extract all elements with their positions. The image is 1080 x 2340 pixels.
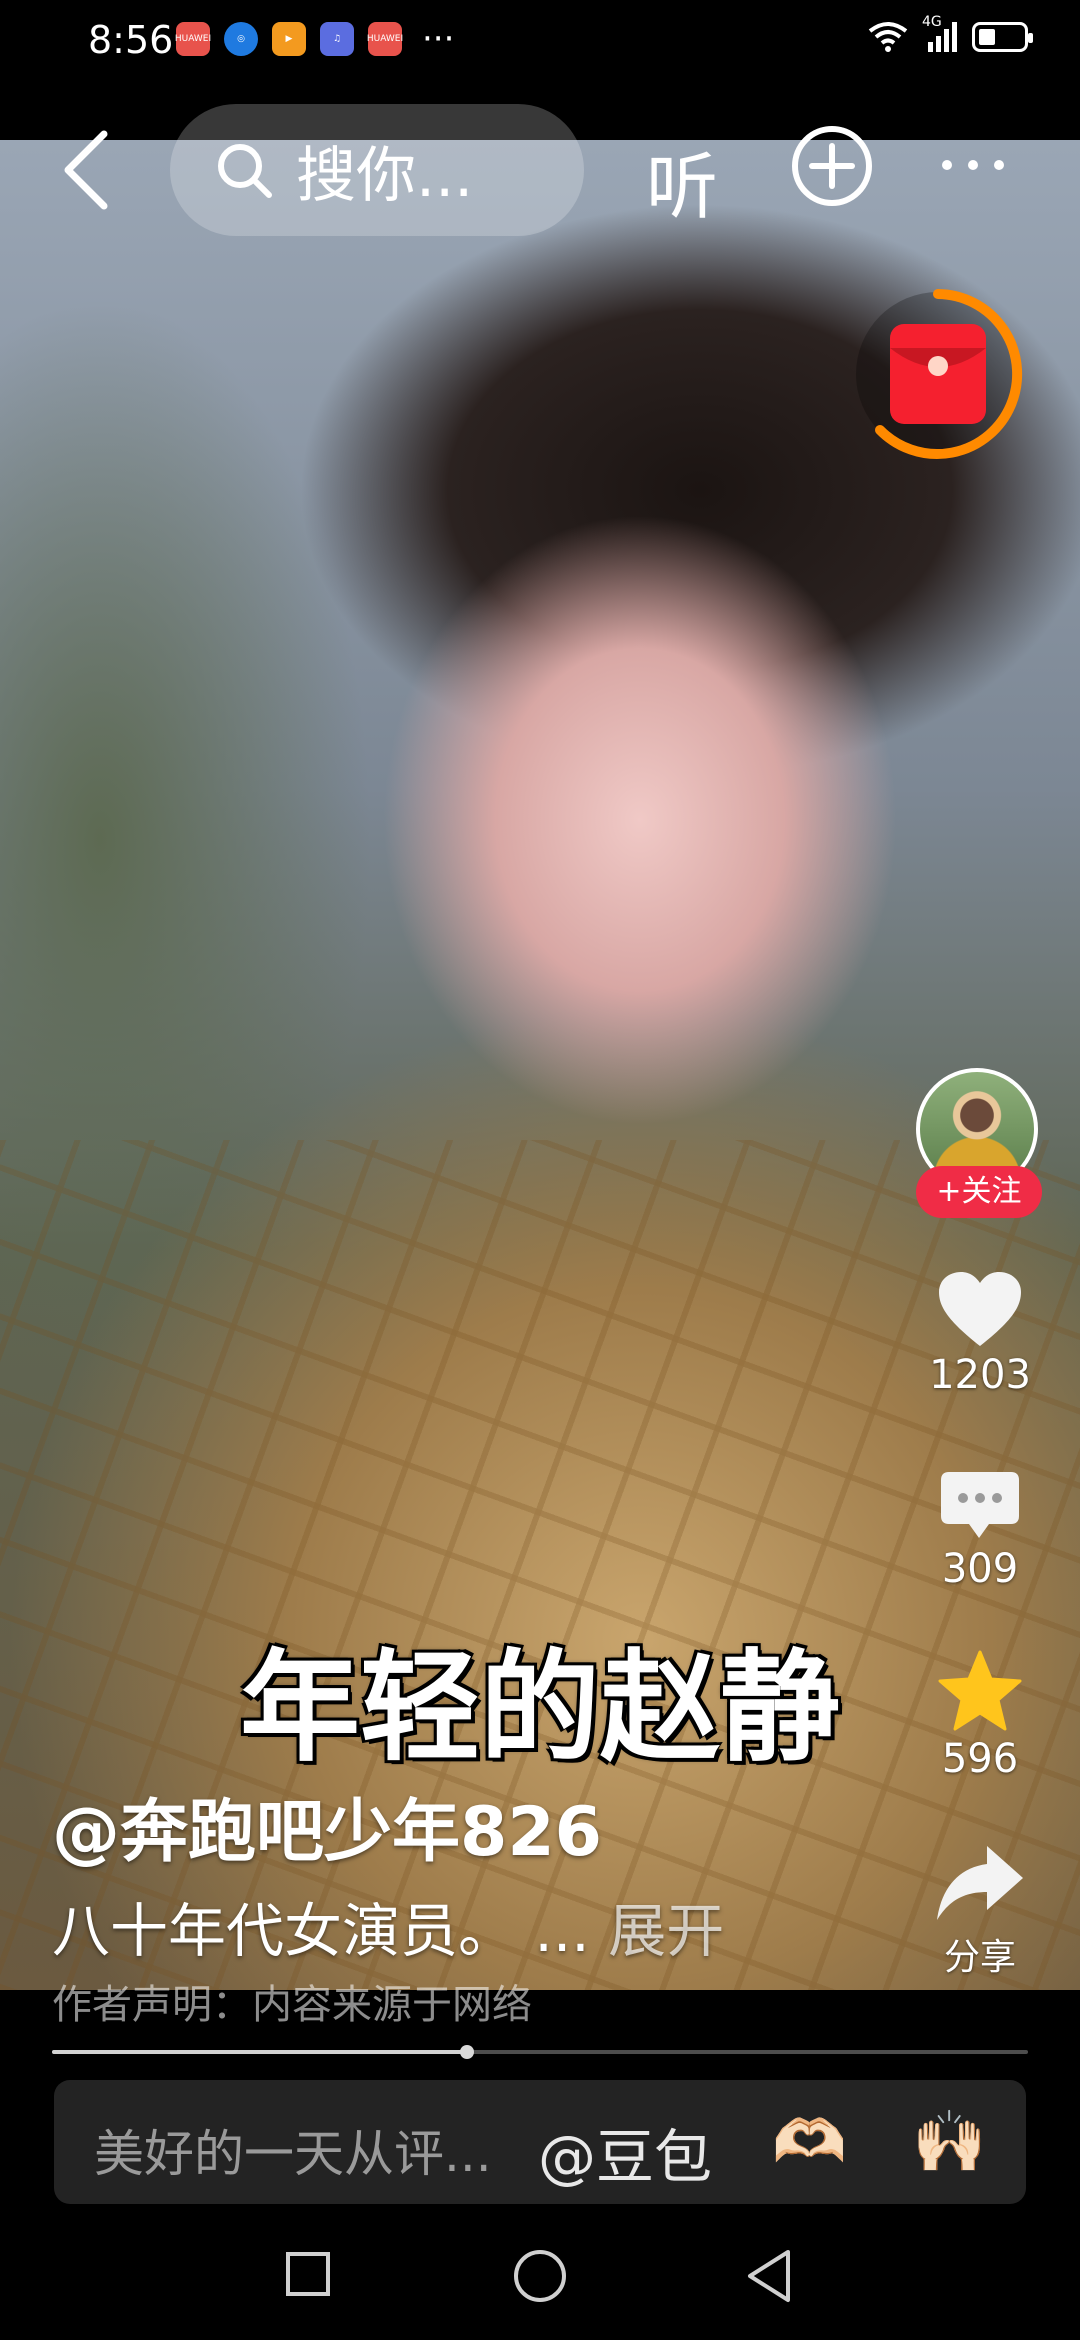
author-name[interactable]: @奔跑吧少年826 (52, 1776, 602, 1875)
cellular-signal-icon: 4G (922, 14, 958, 54)
like-button[interactable]: 1203 (912, 1270, 1048, 1398)
home-circle-icon[interactable] (514, 2250, 566, 2302)
comment-button[interactable]: 309 (912, 1470, 1048, 1592)
status-time: 8:56 (88, 18, 174, 62)
heart-icon (939, 1272, 1021, 1346)
comment-count: 309 (941, 1546, 1019, 1592)
recents-square-icon[interactable] (286, 2252, 330, 2296)
author-disclaimer: 作者声明：内容来源于网络 (52, 1982, 532, 2028)
more-notifications-icon: ··· (422, 19, 455, 59)
share-arrow-icon (937, 1846, 1023, 1920)
raising-hands-emoji-button[interactable]: 🙌🏻 (912, 2106, 987, 2177)
network-type: 4G (922, 14, 942, 30)
video-app-icon: ▶ (272, 22, 306, 56)
comment-placeholder: 美好的一天从评... (94, 2125, 492, 2183)
heart-hands-emoji-button[interactable]: 🫶🏻 (772, 2106, 847, 2177)
more-options-icon[interactable] (942, 160, 1004, 170)
share-label: 分享 (943, 1937, 1016, 1978)
video-progress-bar[interactable] (52, 2045, 1028, 2059)
browser-icon: ◎ (224, 22, 258, 56)
follow-button[interactable]: +关注 (916, 1166, 1042, 1218)
comment-input-bar[interactable]: 美好的一天从评... @豆包 🫶🏻 🙌🏻 (54, 2080, 1026, 2204)
comment-icon (941, 1472, 1019, 1538)
notification-icons: HUAWEI ◎ ▶ ♫ HUAWEI ··· (175, 19, 455, 59)
back-triangle-icon[interactable] (744, 2248, 794, 2304)
search-text: 搜你... (296, 140, 474, 211)
huawei-app-icon: HUAWEI (367, 22, 403, 56)
star-icon (938, 1650, 1022, 1731)
search-bar[interactable]: 搜你... (170, 104, 584, 236)
system-navigation-bar (0, 2230, 1080, 2340)
wifi-icon (868, 22, 908, 52)
battery-icon (972, 22, 1033, 52)
status-bar: 8:56 HUAWEI ◎ ▶ ♫ HUAWEI ··· 4G (0, 0, 1080, 90)
listen-button[interactable]: 听 (646, 128, 718, 233)
like-count: 1203 (929, 1352, 1031, 1398)
huawei-app-icon: HUAWEI (175, 22, 211, 56)
share-button[interactable]: 分享 (912, 1842, 1048, 1980)
mention-button[interactable]: @豆包 (538, 2110, 712, 2194)
description-text: 八十年代女演员。 ... (52, 1897, 590, 1965)
progress-thumb[interactable] (459, 2045, 474, 2059)
search-icon (218, 144, 272, 198)
music-app-icon: ♫ (320, 22, 354, 56)
expand-link[interactable]: 展开 (608, 1897, 724, 1965)
progress-fill (52, 2050, 467, 2054)
favorite-count: 596 (941, 1736, 1019, 1782)
add-circle-icon[interactable] (790, 124, 874, 208)
favorite-button[interactable]: 596 (912, 1650, 1048, 1782)
back-arrow-icon[interactable] (58, 130, 118, 210)
post-description[interactable]: 八十年代女演员。 ... 展开 (52, 1884, 724, 1968)
system-icons: 4G (868, 14, 1033, 54)
red-packet-icon[interactable] (850, 286, 1026, 462)
